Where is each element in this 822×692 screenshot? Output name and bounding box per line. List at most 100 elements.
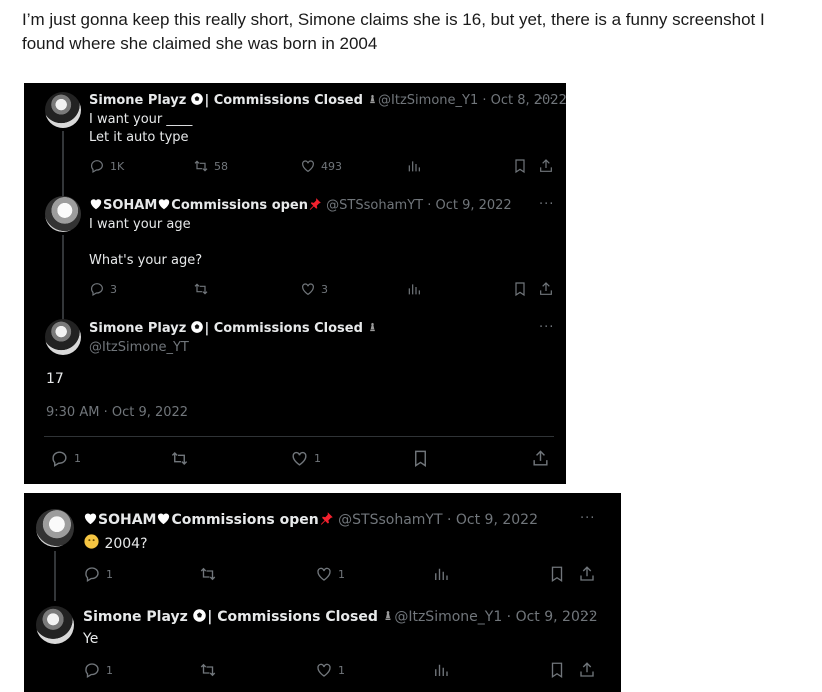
timestamp[interactable]: 9:30 AM · Oct 9, 2022 [46,404,188,422]
tweet-text-row: 2004? [83,533,148,553]
like-count: 1 [314,452,321,465]
like-count: 493 [321,159,342,173]
more-options-icon[interactable]: ··· [539,320,554,335]
views-button[interactable] [432,565,450,583]
views-button[interactable] [432,661,450,679]
white-heart-icon [83,511,98,526]
reply-button[interactable]: 1 [83,661,113,679]
like-count: 1 [338,567,345,581]
reply-count: 3 [110,282,117,296]
thread-line [62,235,64,319]
thread-line [54,551,56,601]
tweet-header: SOHAM Commissions open @STSsohamYT · Oct … [83,511,538,529]
views-button[interactable] [406,158,422,174]
tweet-header: SOHAM Commissions open @STSsohamYT · Oct … [89,197,512,214]
action-bar: 1 1 [83,661,603,681]
display-name[interactable]: SOHAM [103,198,157,213]
display-name[interactable]: Simone Playz [83,609,188,625]
display-name[interactable]: SOHAM [98,512,156,528]
bookmark-icon [548,565,566,583]
like-button[interactable]: 1 [315,565,345,583]
chess-piece-icon [367,93,378,106]
handle-date[interactable]: @ItzSimone_Y1 · Oct 9, 2022 [394,609,597,625]
display-name[interactable]: Simone Playz [89,321,186,336]
avatar[interactable] [36,509,74,547]
display-name[interactable]: Simone Playz [89,93,186,108]
white-heart-icon [156,511,171,526]
views-icon [432,661,450,679]
heart-icon [315,661,333,679]
share-button[interactable] [578,661,596,679]
bookmark-icon [512,281,528,297]
like-button[interactable]: 1 [290,449,321,468]
reply-button[interactable]: 1K [89,158,124,174]
action-bar: 1 1 [50,449,555,469]
screenshot-1: Simone Playz | Commissions Closed @ItzSi… [24,83,566,484]
views-icon [432,565,450,583]
reply-icon [83,661,101,679]
like-button[interactable]: 1 [315,661,345,679]
thread-line [62,131,64,196]
reply-button[interactable]: 3 [89,281,117,297]
retweet-button[interactable] [193,281,214,297]
tweet-text: Ye [83,631,99,647]
bookmark-button[interactable] [548,565,566,583]
bookmark-button[interactable] [512,281,528,297]
display-name-suffix: | Commissions Closed [204,321,363,336]
more-options-icon[interactable]: ··· [539,92,554,107]
views-button[interactable] [406,281,422,297]
more-options-icon[interactable]: ··· [580,608,595,623]
retweet-icon [199,661,217,679]
bookmark-button[interactable] [512,158,528,174]
retweet-button[interactable] [199,565,217,583]
like-button[interactable]: 3 [300,281,328,297]
reply-count: 1 [106,567,113,581]
action-bar: 3 3 [89,281,559,301]
retweet-button[interactable] [170,449,189,468]
more-options-icon[interactable]: ··· [539,197,554,212]
bookmark-button[interactable] [548,661,566,679]
emoji-icon [83,533,100,550]
retweet-icon [193,158,209,174]
reply-button[interactable]: 1 [83,565,113,583]
like-count: 3 [321,282,328,296]
reply-button[interactable]: 1 [50,449,81,468]
handle-date[interactable]: @ItzSimone_Y1 · Oct 8, 2022 [378,93,566,108]
display-name-suffix: Commissions open [171,198,309,213]
tweet-text: 2004? [104,536,148,552]
handle-date[interactable]: @STSsohamYT · Oct 9, 2022 [338,512,538,528]
share-icon [578,565,596,583]
share-button[interactable] [538,281,554,297]
avatar[interactable] [36,606,74,644]
reply-count: 1K [110,159,125,173]
share-button[interactable] [578,565,596,583]
more-options-icon[interactable]: ··· [580,511,595,526]
display-name-suffix: | Commissions Closed [204,93,363,108]
share-button[interactable] [538,158,554,174]
tweet-header: Simone Playz | Commissions Closed [89,320,378,337]
like-button[interactable]: 493 [300,158,342,174]
tweet-text: 17 [46,371,64,387]
handle-date[interactable]: @STSsohamYT · Oct 9, 2022 [326,198,512,213]
display-name-suffix: | Commissions Closed [207,609,378,625]
views-icon [406,281,422,297]
screenshot-2: SOHAM Commissions open @STSsohamYT · Oct … [24,493,621,692]
chess-piece-icon [367,321,378,334]
avatar[interactable] [45,196,81,232]
action-bar: 1K 58 493 [89,158,559,178]
avatar[interactable] [45,319,81,355]
reply-icon [89,281,105,297]
bookmark-icon [411,449,430,468]
retweet-button[interactable] [199,661,217,679]
retweet-button[interactable]: 58 [193,158,228,174]
pushpin-icon [308,197,322,211]
avatar[interactable] [45,92,81,128]
tweet-text-line: What's your age? [89,253,203,268]
bookmark-button[interactable] [411,449,430,468]
white-heart-icon [89,197,103,211]
heart-icon [300,281,316,297]
handle[interactable]: @ItzSimone_YT [89,339,189,356]
share-button[interactable] [531,449,550,468]
soccer-ball-icon [192,608,207,623]
bookmark-icon [512,158,528,174]
